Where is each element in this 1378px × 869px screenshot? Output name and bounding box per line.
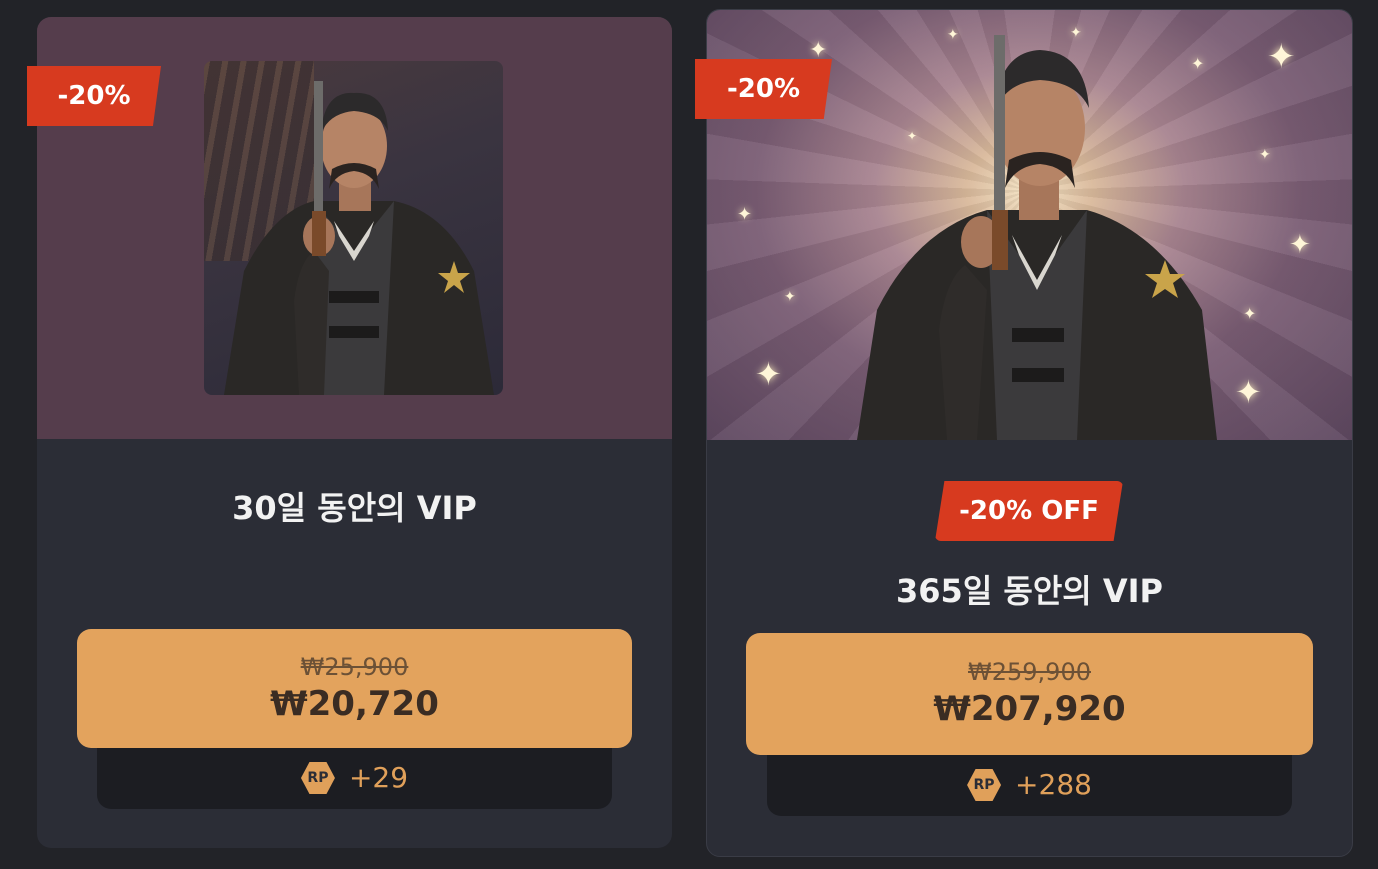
discount-tag: -20%	[27, 66, 161, 126]
rp-coin-icon: RP	[967, 769, 1002, 801]
sale-price: ₩20,720	[270, 683, 439, 724]
product-title: 365일 동안의 VIP	[896, 572, 1163, 610]
original-price: ₩25,900	[300, 652, 409, 681]
sale-price: ₩207,920	[933, 689, 1126, 729]
buy-button[interactable]: ₩259,900 ₩207,920	[746, 633, 1313, 755]
rp-amount: +288	[1015, 768, 1092, 801]
off-badge: -20% OFF	[935, 481, 1123, 541]
sheriff-portrait-image	[204, 61, 503, 395]
discount-tag: -20%	[695, 59, 832, 119]
original-price: ₩259,900	[968, 658, 1091, 686]
rp-amount: +29	[348, 761, 409, 794]
product-title: 30일 동안의 VIP	[232, 489, 477, 527]
rp-coin-icon: RP	[300, 762, 335, 794]
buy-button[interactable]: ₩25,900 ₩20,720	[77, 629, 632, 748]
